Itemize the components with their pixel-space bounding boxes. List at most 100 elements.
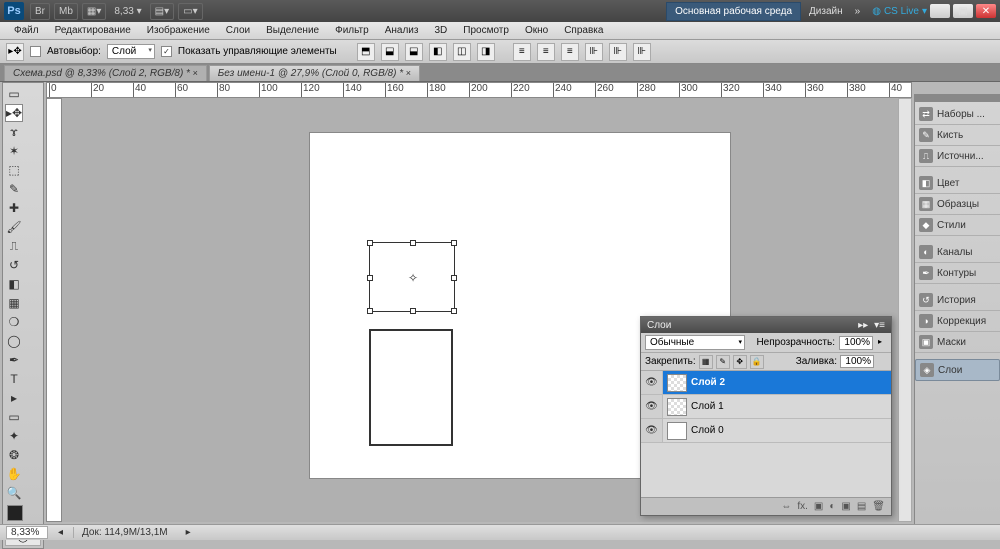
- 3d-camera-tool[interactable]: ❂: [5, 446, 23, 464]
- align-hcenter-button[interactable]: ◫: [453, 43, 471, 61]
- resize-handle-s[interactable]: [410, 308, 416, 314]
- hand-tool[interactable]: ✋: [5, 465, 23, 483]
- autoselect-dropdown[interactable]: Слой: [107, 44, 155, 59]
- zoom-display[interactable]: 8,33 ▾: [110, 4, 145, 19]
- dist-top-button[interactable]: ≡: [513, 43, 531, 61]
- eraser-tool[interactable]: ◧: [5, 275, 23, 293]
- dist-hcenter-button[interactable]: ⊪: [609, 43, 627, 61]
- selected-shape[interactable]: ✧: [369, 242, 455, 312]
- panel-tool-presets[interactable]: ⇄Наборы ...: [915, 104, 1000, 125]
- autoselect-checkbox[interactable]: [30, 46, 41, 57]
- 3d-tool[interactable]: ✦: [5, 427, 23, 445]
- delete-layer-button[interactable]: 🗑: [872, 501, 885, 512]
- align-vcenter-button[interactable]: ⬓: [381, 43, 399, 61]
- resize-handle-sw[interactable]: [367, 308, 373, 314]
- layer-thumbnail[interactable]: [667, 398, 687, 416]
- layer-thumbnail[interactable]: [667, 422, 687, 440]
- panel-masks[interactable]: ▣Маски: [915, 332, 1000, 353]
- document-tab[interactable]: Без имени-1 @ 27,9% (Слой 0, RGB/8) * ×: [209, 65, 420, 81]
- workspace-more-button[interactable]: »: [851, 6, 865, 17]
- layers-panel-title[interactable]: Слои ▸▸ ▾≡: [641, 317, 891, 333]
- marquee-tool[interactable]: ▭: [5, 85, 23, 103]
- workspace-design-button[interactable]: Дизайн: [801, 3, 851, 20]
- panel-paths[interactable]: ✒Контуры: [915, 263, 1000, 284]
- panel-swatches[interactable]: ▦Образцы: [915, 194, 1000, 215]
- resize-handle-ne[interactable]: [451, 240, 457, 246]
- window-close-button[interactable]: ✕: [976, 4, 996, 18]
- new-layer-button[interactable]: ▤: [857, 501, 866, 512]
- window-maximize-button[interactable]: ▣: [953, 4, 973, 18]
- visibility-toggle-icon[interactable]: 👁: [641, 395, 663, 418]
- lock-position-button[interactable]: ✥: [733, 355, 747, 369]
- menu-help[interactable]: Справка: [556, 25, 611, 36]
- menu-layer[interactable]: Слои: [218, 25, 258, 36]
- resize-handle-w[interactable]: [367, 275, 373, 281]
- layer-row[interactable]: 👁 Слой 1: [641, 395, 891, 419]
- menu-image[interactable]: Изображение: [139, 25, 218, 36]
- resize-handle-e[interactable]: [451, 275, 457, 281]
- lock-transparency-button[interactable]: ▦: [699, 355, 713, 369]
- blend-mode-dropdown[interactable]: Обычные: [645, 335, 745, 350]
- menu-edit[interactable]: Редактирование: [47, 25, 139, 36]
- zoom-tool[interactable]: 🔍: [5, 484, 23, 502]
- dist-bottom-button[interactable]: ≡: [561, 43, 579, 61]
- crop-tool[interactable]: ⬚: [5, 161, 23, 179]
- menu-view[interactable]: Просмотр: [455, 25, 517, 36]
- panel-menu-icon[interactable]: ▾≡: [874, 320, 885, 331]
- arrange-button[interactable]: ▤▾: [150, 3, 174, 20]
- panel-adjustments[interactable]: ◑Коррекция: [915, 311, 1000, 332]
- layer-name[interactable]: Слой 0: [691, 425, 724, 436]
- brush-tool[interactable]: 🖌: [5, 218, 23, 236]
- panel-clone-source[interactable]: ⎍Источни...: [915, 146, 1000, 167]
- pen-tool[interactable]: ✒: [5, 351, 23, 369]
- panel-layers[interactable]: ◈Слои: [915, 359, 1000, 381]
- blur-tool[interactable]: ❍: [5, 313, 23, 331]
- resize-handle-n[interactable]: [410, 240, 416, 246]
- scroll-left-button[interactable]: ◂: [58, 527, 63, 538]
- shape-tool[interactable]: ▭: [5, 408, 23, 426]
- layers-panel[interactable]: Слои ▸▸ ▾≡ Обычные Непрозрачность: 100% …: [640, 316, 892, 516]
- move-tool[interactable]: ▸✥: [5, 104, 23, 122]
- menu-3d[interactable]: 3D: [426, 25, 455, 36]
- quick-select-tool[interactable]: ✶: [5, 142, 23, 160]
- fill-input[interactable]: 100%: [840, 355, 874, 368]
- scrollbar-vertical[interactable]: [898, 98, 912, 522]
- minibridge-button[interactable]: Mb: [54, 3, 78, 20]
- eyedropper-tool[interactable]: ✎: [5, 180, 23, 198]
- screen-mode-button[interactable]: ▭▾: [178, 3, 202, 20]
- lasso-tool[interactable]: ɤ: [5, 123, 23, 141]
- align-bottom-button[interactable]: ⬓: [405, 43, 423, 61]
- menu-filter[interactable]: Фильтр: [327, 25, 377, 36]
- adjustment-layer-button[interactable]: ◐: [829, 501, 835, 512]
- move-tool-icon[interactable]: ▸✥: [6, 43, 24, 61]
- doc-info-menu-button[interactable]: ▸: [186, 527, 191, 538]
- resize-handle-se[interactable]: [451, 308, 457, 314]
- dist-left-button[interactable]: ⊪: [585, 43, 603, 61]
- align-right-button[interactable]: ◨: [477, 43, 495, 61]
- zoom-input[interactable]: 8,33%: [6, 526, 48, 539]
- opacity-input[interactable]: 100%: [839, 336, 873, 350]
- panel-styles[interactable]: ◆Стили: [915, 215, 1000, 236]
- panel-brush[interactable]: ✎Кисть: [915, 125, 1000, 146]
- view-extras-button[interactable]: ▦▾: [82, 3, 106, 20]
- path-select-tool[interactable]: ▸: [5, 389, 23, 407]
- resize-handle-nw[interactable]: [367, 240, 373, 246]
- foreground-color-swatch[interactable]: [7, 505, 23, 521]
- panel-history[interactable]: ↺История: [915, 290, 1000, 311]
- window-minimize-button[interactable]: —: [930, 4, 950, 18]
- group-button[interactable]: ▣: [841, 501, 850, 512]
- dock-grip[interactable]: [915, 94, 1000, 102]
- cslive-button[interactable]: ◍CS Live▾: [872, 6, 927, 17]
- link-layers-button[interactable]: ⇔: [781, 501, 791, 512]
- visibility-toggle-icon[interactable]: 👁: [641, 371, 663, 394]
- show-controls-checkbox[interactable]: ✓: [161, 46, 172, 57]
- align-left-button[interactable]: ◧: [429, 43, 447, 61]
- dodge-tool[interactable]: ◯: [5, 332, 23, 350]
- gradient-tool[interactable]: ▦: [5, 294, 23, 312]
- dist-right-button[interactable]: ⊪: [633, 43, 651, 61]
- collapse-icon[interactable]: ▸▸: [858, 320, 868, 331]
- layer-name[interactable]: Слой 1: [691, 401, 724, 412]
- menu-file[interactable]: Файл: [6, 25, 47, 36]
- layer-style-button[interactable]: fx.: [797, 501, 808, 512]
- document-tab[interactable]: Схема.psd @ 8,33% (Слой 2, RGB/8) * ×: [4, 65, 207, 81]
